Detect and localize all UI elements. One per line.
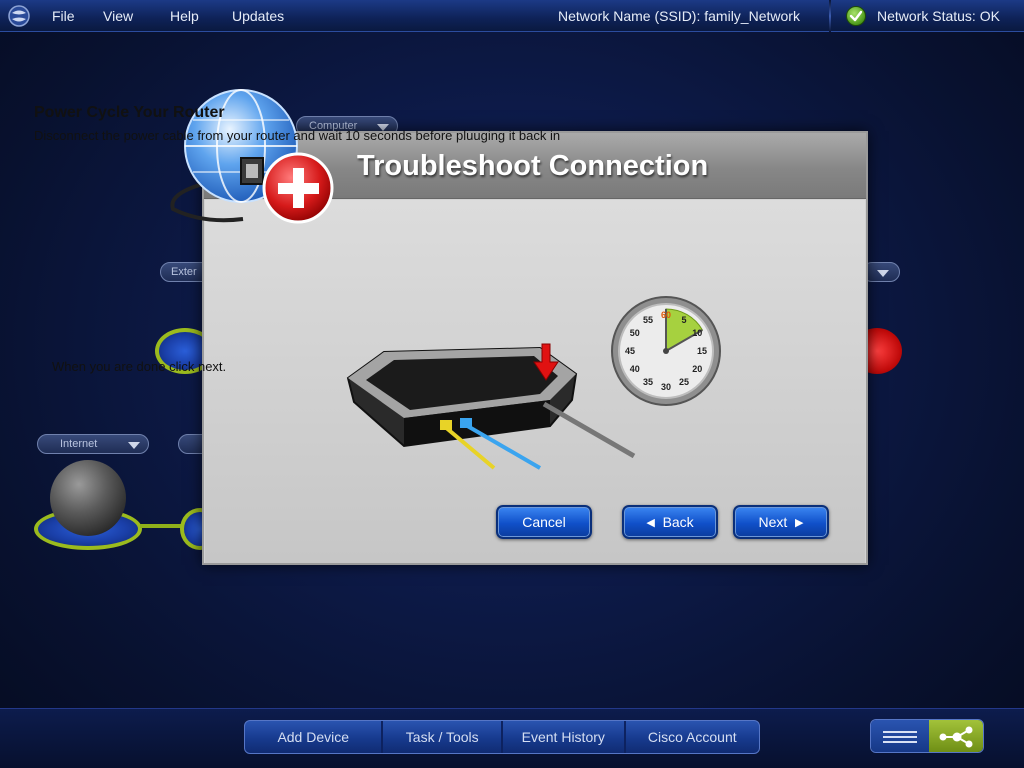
menu-bar: File View Help Updates Network Name (SSI… xyxy=(0,0,1024,32)
timer-label: 30 xyxy=(661,382,671,392)
tab-event-history[interactable]: Event History xyxy=(503,721,626,753)
back-button[interactable]: ◀ Back xyxy=(622,505,718,539)
cancel-label: Cancel xyxy=(522,514,566,530)
back-label: Back xyxy=(662,514,694,530)
menu-file[interactable]: File xyxy=(52,8,75,24)
menu-help[interactable]: Help xyxy=(170,8,199,24)
chevron-down-icon xyxy=(877,270,889,277)
timer-label: 20 xyxy=(692,364,702,374)
internet-dropdown-label: Internet xyxy=(60,438,98,450)
bottom-tabs: Add Device Task / Tools Event History Ci… xyxy=(244,720,760,754)
cancel-button[interactable]: Cancel xyxy=(496,505,592,539)
dialog-title: Troubleshoot Connection xyxy=(357,150,709,182)
internet-dropdown[interactable]: Internet xyxy=(37,434,149,454)
menu-divider xyxy=(829,0,831,32)
menu-view[interactable]: View xyxy=(103,8,133,24)
external-dropdown-label: Exter xyxy=(171,266,197,278)
chevron-right-icon: ▶ xyxy=(795,517,804,529)
step-description: Disconnect the power cable from your rou… xyxy=(34,128,561,143)
timer-label: 25 xyxy=(679,377,689,387)
done-instruction: When you are done click next. xyxy=(52,359,227,374)
tab-cisco-account[interactable]: Cisco Account xyxy=(626,721,759,753)
list-view-button[interactable] xyxy=(871,720,929,752)
app-logo-icon[interactable] xyxy=(7,5,31,27)
step-heading: Power Cycle Your Router xyxy=(34,104,225,121)
view-toggle xyxy=(870,719,984,753)
tab-task-tools[interactable]: Task / Tools xyxy=(383,721,503,753)
network-status[interactable]: Network Status: OK xyxy=(877,8,1000,24)
next-label: Next xyxy=(758,514,788,530)
internet-globe-icon xyxy=(50,460,126,536)
list-icon xyxy=(883,731,917,743)
timer-label: 50 xyxy=(630,328,640,338)
timer-clock-icon: 60 5 10 15 2025 30 3540 45 5055 xyxy=(611,296,721,406)
timer-label: 40 xyxy=(630,364,640,374)
next-button[interactable]: Next ▶ xyxy=(733,505,829,539)
menu-updates[interactable]: Updates xyxy=(232,8,284,24)
timer-label: 10 xyxy=(692,328,702,338)
timer-label: 35 xyxy=(643,377,653,387)
status-check-icon xyxy=(846,6,866,26)
network-nodes-icon xyxy=(939,726,973,748)
timer-label: 45 xyxy=(625,346,635,356)
timer-label: 55 xyxy=(643,315,653,325)
tab-add-device[interactable]: Add Device xyxy=(245,721,384,753)
timer-label: 60 xyxy=(661,310,671,320)
timer-label: 15 xyxy=(697,346,707,356)
network-map-view-button[interactable] xyxy=(929,720,983,752)
router-illustration xyxy=(346,343,636,470)
network-ssid[interactable]: Network Name (SSID): family_Network xyxy=(558,8,800,24)
chevron-left-icon: ◀ xyxy=(646,517,655,529)
timer-label: 5 xyxy=(681,315,686,325)
chevron-down-icon xyxy=(128,442,140,449)
